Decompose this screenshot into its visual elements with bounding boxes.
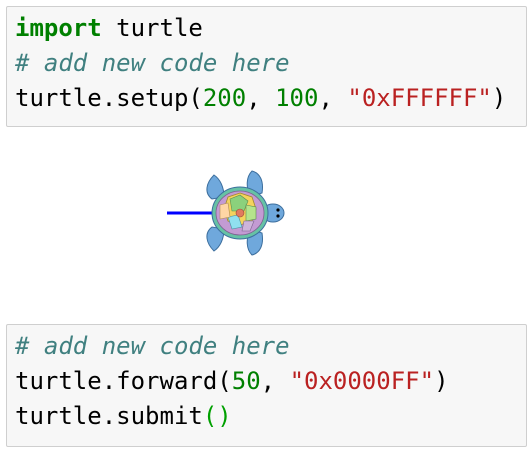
setup-separator-1: , [246,84,276,112]
code-line-forward-call: turtle.forward(50, "0x0000FF") [15,364,518,399]
setup-width-arg: 200 [202,84,247,112]
submit-call-name: turtle.submit [15,402,203,430]
forward-call-suffix: ) [434,367,449,395]
keyword-import: import [15,14,102,42]
setup-call-suffix: ) [491,84,507,112]
setup-separator-2: , [318,84,348,112]
code-cell-setup[interactable]: import turtle # add new code here turtle… [6,6,527,127]
forward-distance-arg: 50 [231,367,261,395]
code-line-import: import turtle [15,11,518,46]
code-line-comment: # add new code here [15,46,518,81]
code-line-submit-call: turtle.submit() [15,399,518,434]
code-line-comment: # add new code here [15,329,518,364]
setup-height-arg: 100 [275,84,319,112]
submit-call-parens: () [202,402,232,430]
forward-color-arg: "0x0000FF" [289,367,435,395]
module-name: turtle [101,14,203,42]
comment-text: # add new code here [15,332,290,360]
forward-call-prefix: turtle.forward( [15,367,232,395]
code-line-setup-call: turtle.setup(200, 100, "0xFFFFFF") [15,81,518,116]
turtle-drawing [167,170,285,256]
setup-color-arg: "0xFFFFFF" [347,84,492,112]
setup-call-prefix: turtle.setup( [15,84,203,112]
forward-separator: , [260,367,290,395]
code-cell-draw[interactable]: # add new code here turtle.forward(50, "… [6,324,527,447]
turtle-icon [206,170,285,256]
turtle-output-canvas [164,163,364,263]
comment-text: # add new code here [15,49,290,77]
